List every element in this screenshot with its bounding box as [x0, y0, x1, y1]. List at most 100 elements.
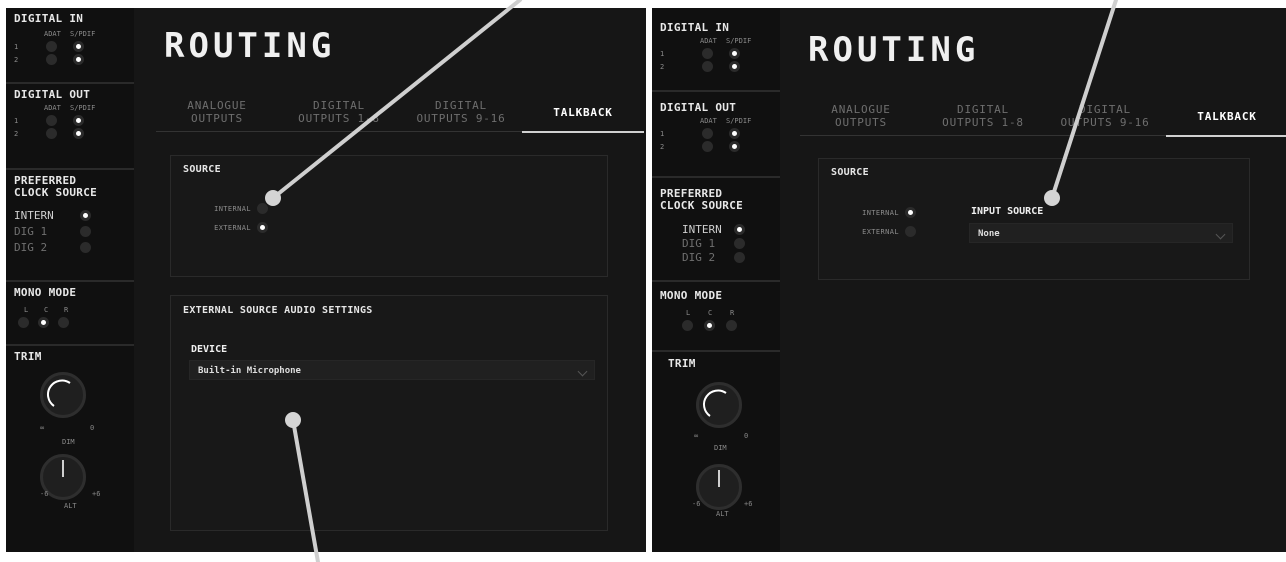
digital-in-spdif-1[interactable] [73, 41, 84, 52]
digital-out-adat-1[interactable] [702, 128, 713, 139]
external-radio[interactable] [905, 226, 916, 237]
chevron-down-icon [577, 366, 588, 377]
trim-min-label: ∞ [40, 424, 45, 432]
digital-in-adat-2[interactable] [702, 61, 713, 72]
digital-out-spdif-2[interactable] [729, 141, 740, 152]
digital-in-adat-1[interactable] [46, 41, 57, 52]
digital-in-spdif-2[interactable] [729, 61, 740, 72]
digital-in-section: DIGITAL IN ADAT S/PDIF 1 2 [6, 8, 134, 84]
trim-knob[interactable] [696, 382, 742, 428]
tab-line1: TALKBACK [553, 105, 613, 119]
tab-analogue-outputs[interactable]: ANALOGUE OUTPUTS [800, 100, 922, 136]
mono-r-radio[interactable] [58, 317, 69, 328]
clock-title-line2: CLOCK SOURCE [14, 186, 98, 199]
clock-dig2-radio[interactable] [734, 251, 745, 263]
digital-out-adat-2[interactable] [702, 141, 713, 152]
trim-min-label: ∞ [694, 432, 699, 440]
mono-c-label: C [708, 308, 713, 317]
trim-section: TRIM ∞ 0 DIM -6 +6 ALT [6, 346, 134, 511]
clock-intern-radio[interactable] [734, 223, 745, 235]
tab-talkback[interactable]: TALKBACK [1166, 100, 1286, 137]
dim-label: DIM [714, 444, 727, 452]
tab-digital-outputs-9-16[interactable]: DIGITAL OUTPUTS 9-16 [1044, 100, 1166, 136]
clock-dig1-radio[interactable] [80, 225, 91, 237]
clock-dig1-radio[interactable] [734, 237, 745, 249]
main-content: ROUTING ANALOGUE OUTPUTS DIGITAL OUTPUTS 1… [796, 8, 1286, 552]
tab-line1: DIGITAL [1079, 103, 1131, 116]
digital-in-adat-1[interactable] [702, 48, 713, 59]
tab-digital-outputs-1-8[interactable]: DIGITAL OUTPUTS 1-8 [922, 100, 1044, 136]
adat-label: ADAT [700, 116, 717, 125]
right-screenshot-panel: DIGITAL IN ADAT S/PDIF 1 2 DIGITAL OUT A… [652, 8, 1286, 552]
external-radio[interactable] [257, 222, 268, 233]
external-settings-title: EXTERNAL SOURCE AUDIO SETTINGS [183, 305, 373, 316]
trim-knob[interactable] [40, 372, 86, 418]
trim-section: TRIM ∞ 0 DIM -6 +6 ALT [652, 352, 780, 519]
clock-intern-label: INTERN [14, 208, 54, 222]
digital-out-spdif-1[interactable] [73, 115, 84, 126]
tab-line2: OUTPUTS [191, 112, 243, 125]
digital-out-adat-1[interactable] [46, 115, 57, 126]
row-1-label: 1 [660, 49, 665, 58]
digital-out-title: DIGITAL OUT [14, 88, 91, 101]
tab-digital-outputs-1-8[interactable]: DIGITAL OUTPUTS 1-8 [278, 96, 400, 132]
page-title: ROUTING [808, 30, 980, 70]
external-settings-box: EXTERNAL SOURCE AUDIO SETTINGS DEVICE Bu… [170, 295, 608, 531]
internal-label: INTERNAL [862, 208, 899, 217]
mono-r-label: R [64, 305, 69, 314]
device-select[interactable]: Built-in Microphone [189, 360, 595, 380]
clock-source-section: PREFERRED CLOCK SOURCE INTERN DIG 1 DIG … [652, 178, 780, 282]
row-2-label: 2 [660, 142, 665, 151]
digital-out-adat-2[interactable] [46, 128, 57, 139]
mono-l-label: L [686, 308, 691, 317]
trim-title: TRIM [668, 357, 696, 370]
digital-out-spdif-2[interactable] [73, 128, 84, 139]
internal-radio[interactable] [905, 207, 916, 218]
tab-line2: OUTPUTS 1-8 [298, 112, 380, 125]
trim-max-label: 0 [744, 432, 749, 440]
adat-label: ADAT [700, 36, 717, 45]
mono-l-radio[interactable] [18, 317, 29, 328]
source-title: SOURCE [831, 167, 869, 178]
digital-out-section: DIGITAL OUT ADAT S/PDIF 1 2 [652, 92, 780, 178]
left-screenshot-panel: DIGITAL IN ADAT S/PDIF 1 2 DIGITAL OUT A… [6, 8, 646, 552]
digital-in-spdif-1[interactable] [729, 48, 740, 59]
clock-intern-radio[interactable] [80, 209, 91, 221]
tab-line1: DIGITAL [957, 103, 1009, 116]
digital-out-section: DIGITAL OUT ADAT S/PDIF 1 2 [6, 84, 134, 170]
alt-max-label: +6 [744, 500, 753, 508]
digital-in-spdif-2[interactable] [73, 54, 84, 65]
internal-radio[interactable] [257, 203, 268, 214]
tab-digital-outputs-9-16[interactable]: DIGITAL OUTPUTS 9-16 [400, 96, 522, 132]
mono-r-label: R [730, 308, 735, 317]
source-box: SOURCE INTERNAL EXTERNAL [170, 155, 608, 277]
spdif-label: S/PDIF [70, 103, 96, 112]
tab-line2: OUTPUTS 9-16 [1060, 116, 1150, 129]
device-value: Built-in Microphone [198, 366, 301, 376]
input-source-select[interactable]: None [969, 223, 1233, 243]
tab-analogue-outputs[interactable]: ANALOGUE OUTPUTS [156, 96, 278, 132]
digital-out-spdif-1[interactable] [729, 128, 740, 139]
clock-dig2-radio[interactable] [80, 241, 91, 253]
tab-line2: OUTPUTS 1-8 [942, 116, 1024, 129]
mono-r-radio[interactable] [726, 320, 737, 331]
row-2-label: 2 [660, 62, 665, 71]
tab-bar: ANALOGUE OUTPUTS DIGITAL OUTPUTS 1-8 DIGIT… [800, 100, 1286, 137]
mono-mode-title: MONO MODE [14, 286, 77, 299]
row-1-label: 1 [14, 42, 19, 51]
alt-knob[interactable] [696, 464, 742, 510]
mono-c-radio[interactable] [38, 317, 49, 328]
dim-label: DIM [62, 438, 75, 446]
digital-in-adat-2[interactable] [46, 54, 57, 65]
external-label: EXTERNAL [862, 227, 899, 236]
clock-source-section: PREFERRED CLOCK SOURCE INTERN DIG 1 DIG … [6, 170, 134, 282]
tab-line1: ANALOGUE [187, 99, 247, 112]
tab-line1: DIGITAL [313, 99, 365, 112]
sidebar: DIGITAL IN ADAT S/PDIF 1 2 DIGITAL OUT A… [6, 8, 134, 552]
mono-l-radio[interactable] [682, 320, 693, 331]
mono-c-radio[interactable] [704, 320, 715, 331]
sidebar: DIGITAL IN ADAT S/PDIF 1 2 DIGITAL OUT A… [652, 8, 780, 552]
clock-title-line2: CLOCK SOURCE [660, 199, 744, 212]
clock-dig1-label: DIG 1 [682, 236, 716, 250]
tab-talkback[interactable]: TALKBACK [522, 96, 644, 133]
